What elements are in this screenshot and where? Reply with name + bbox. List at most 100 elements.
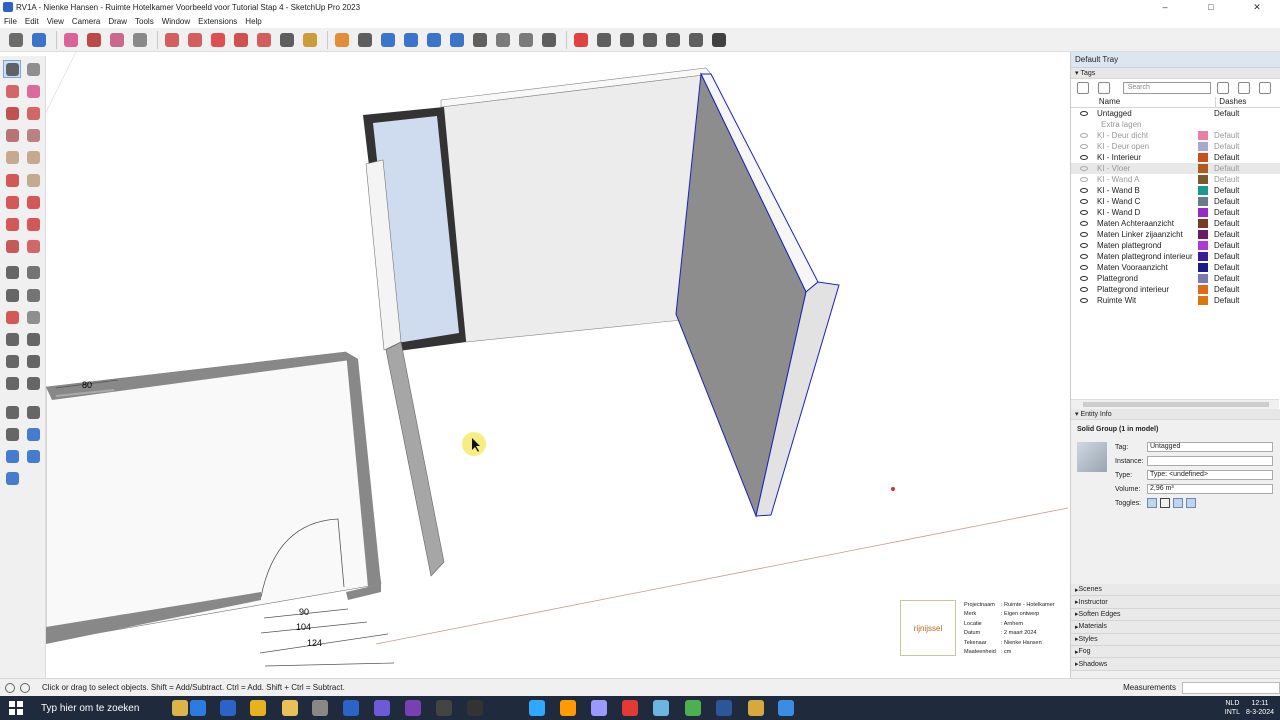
tag-name[interactable]: Plattegrond bbox=[1097, 274, 1195, 283]
windows-start-icon[interactable] bbox=[9, 701, 23, 715]
toggle-cast-shadows-icon[interactable] bbox=[1173, 498, 1183, 508]
menu-camera[interactable]: Camera bbox=[68, 17, 104, 26]
visibility-eye-icon[interactable] bbox=[1071, 276, 1097, 281]
tag-name[interactable]: Extra lagen bbox=[1097, 120, 1195, 129]
tag-row[interactable]: Maten Achteraanzicht Default bbox=[1071, 218, 1280, 229]
visibility-eye-icon[interactable] bbox=[1071, 166, 1097, 171]
tag-row[interactable]: KI - Wand A Default bbox=[1071, 174, 1280, 185]
premiere-icon[interactable] bbox=[591, 700, 607, 716]
onenote-icon[interactable] bbox=[405, 700, 421, 716]
tag-color-swatch[interactable] bbox=[1198, 230, 1208, 239]
move-icon[interactable] bbox=[208, 30, 228, 50]
footprints-icon[interactable] bbox=[24, 403, 42, 421]
position-camera-icon[interactable] bbox=[3, 447, 21, 465]
tag-name[interactable]: Maten Linker zijaanzicht bbox=[1097, 230, 1195, 239]
visibility-eye-icon[interactable] bbox=[1071, 133, 1097, 138]
components-icon[interactable] bbox=[516, 30, 536, 50]
tag-dashes[interactable]: Default bbox=[1214, 175, 1266, 184]
panel-instructor[interactable]: ▸ Instructor bbox=[1071, 596, 1280, 609]
follow-me-icon[interactable] bbox=[24, 215, 42, 233]
rotate-icon[interactable] bbox=[3, 215, 21, 233]
pencil-icon[interactable] bbox=[84, 30, 104, 50]
model-info-icon[interactable] bbox=[571, 30, 591, 50]
sketchup-taskbar-icon[interactable] bbox=[220, 700, 236, 716]
push-pull-icon[interactable] bbox=[162, 30, 182, 50]
tape-icon[interactable] bbox=[3, 264, 21, 282]
menu-extensions[interactable]: Extensions bbox=[194, 17, 241, 26]
details-arrow-icon[interactable] bbox=[1259, 82, 1271, 94]
panel-materials[interactable]: ▸ Materials bbox=[1071, 621, 1280, 634]
tag-dashes[interactable]: Default bbox=[1214, 219, 1266, 228]
tag-color-swatch[interactable] bbox=[1198, 109, 1208, 118]
add-folder-icon[interactable] bbox=[1097, 82, 1110, 94]
tag-color-swatch[interactable] bbox=[1198, 219, 1208, 228]
tag-name[interactable]: KI - Wand B bbox=[1097, 186, 1195, 195]
taskbar-search[interactable]: Typ hier om te zoeken bbox=[41, 703, 139, 714]
tag-dashes[interactable]: Default bbox=[1214, 109, 1266, 118]
media-icon[interactable] bbox=[436, 700, 452, 716]
photoshop-icon[interactable] bbox=[529, 700, 545, 716]
section-cuts-icon[interactable] bbox=[3, 470, 21, 488]
tag-color-swatch[interactable] bbox=[1198, 153, 1208, 162]
entity-info-header[interactable]: ▾ Entity Info bbox=[1071, 409, 1280, 420]
visibility-eye-icon[interactable] bbox=[1071, 265, 1097, 270]
tag-color-swatch[interactable] bbox=[1198, 120, 1208, 129]
clock[interactable]: 12:11 8-3-2024 bbox=[1246, 699, 1274, 717]
zoom-extents-icon[interactable] bbox=[401, 30, 421, 50]
arc-icon[interactable] bbox=[3, 171, 21, 189]
paint-tag-icon[interactable] bbox=[1217, 82, 1230, 94]
tag-row[interactable]: KI - Interieur Default bbox=[1071, 152, 1280, 163]
toggle-receive-shadows-icon[interactable] bbox=[1186, 498, 1196, 508]
section-plane-icon[interactable] bbox=[24, 447, 42, 465]
rectangle-icon[interactable] bbox=[3, 127, 21, 145]
visibility-eye-icon[interactable] bbox=[1071, 177, 1097, 182]
tag-dashes[interactable]: Default bbox=[1214, 274, 1266, 283]
menu-view[interactable]: View bbox=[43, 17, 68, 26]
visibility-eye-icon[interactable] bbox=[1071, 287, 1097, 292]
rotate-icon[interactable] bbox=[231, 30, 251, 50]
polygon-icon[interactable] bbox=[24, 149, 42, 167]
tag-row[interactable]: KI - Wand C Default bbox=[1071, 196, 1280, 207]
push-pull-icon[interactable] bbox=[24, 193, 42, 211]
tag-row[interactable]: KI - Wand D Default bbox=[1071, 207, 1280, 218]
visibility-eye-icon[interactable] bbox=[1071, 188, 1097, 193]
zoom-icon[interactable] bbox=[3, 353, 21, 371]
tag-dashes[interactable]: Default bbox=[1214, 142, 1266, 151]
tag-color-swatch[interactable] bbox=[1198, 164, 1208, 173]
files2-icon[interactable] bbox=[748, 700, 764, 716]
visibility-eye-icon[interactable] bbox=[1071, 210, 1097, 215]
col-name[interactable]: Name bbox=[1097, 97, 1217, 107]
tag-name[interactable]: Maten plattegrond bbox=[1097, 241, 1195, 250]
tag-dashes[interactable]: Default bbox=[1214, 263, 1266, 272]
tag-color-swatch[interactable] bbox=[1198, 241, 1208, 250]
sketchup4-icon[interactable] bbox=[778, 700, 794, 716]
paint-icon[interactable] bbox=[3, 82, 21, 100]
visibility-eye-icon[interactable] bbox=[1071, 111, 1097, 116]
tag-row[interactable]: Maten Vooraanzicht Default bbox=[1071, 262, 1280, 273]
zoom-extents-icon[interactable] bbox=[3, 375, 21, 393]
tag-row[interactable]: KI - Wand B Default bbox=[1071, 185, 1280, 196]
lasso-icon[interactable] bbox=[107, 30, 127, 50]
color-by-tag-icon[interactable] bbox=[1238, 82, 1251, 94]
tag-name[interactable]: Untagged bbox=[1097, 109, 1195, 118]
tag-dashes[interactable]: Default bbox=[1214, 186, 1266, 195]
entity-type-select[interactable]: Type: <undefined> bbox=[1147, 470, 1273, 480]
tag-name[interactable]: KI - Deur open bbox=[1097, 142, 1195, 151]
chrome2-icon[interactable] bbox=[685, 700, 701, 716]
text-icon[interactable] bbox=[300, 30, 320, 50]
menu-file[interactable]: File bbox=[0, 17, 21, 26]
freehand-icon[interactable] bbox=[24, 104, 42, 122]
section-display-icon[interactable] bbox=[447, 30, 467, 50]
tag-name[interactable]: KI - Wand C bbox=[1097, 197, 1195, 206]
3dtext-icon[interactable] bbox=[24, 308, 42, 326]
measurements-input[interactable] bbox=[1182, 681, 1280, 694]
zoom-window-icon[interactable] bbox=[24, 353, 42, 371]
select-icon[interactable] bbox=[3, 60, 21, 78]
paint-icon[interactable] bbox=[130, 30, 150, 50]
tag-name[interactable]: KI - Wand A bbox=[1097, 175, 1195, 184]
tag-color-swatch[interactable] bbox=[1198, 252, 1208, 261]
tag-row[interactable]: Plattegrond interieur Default bbox=[1071, 284, 1280, 295]
toggle-hidden-icon[interactable] bbox=[1147, 498, 1157, 508]
epic-icon[interactable] bbox=[467, 700, 483, 716]
close-button[interactable]: ✕ bbox=[1234, 0, 1280, 14]
